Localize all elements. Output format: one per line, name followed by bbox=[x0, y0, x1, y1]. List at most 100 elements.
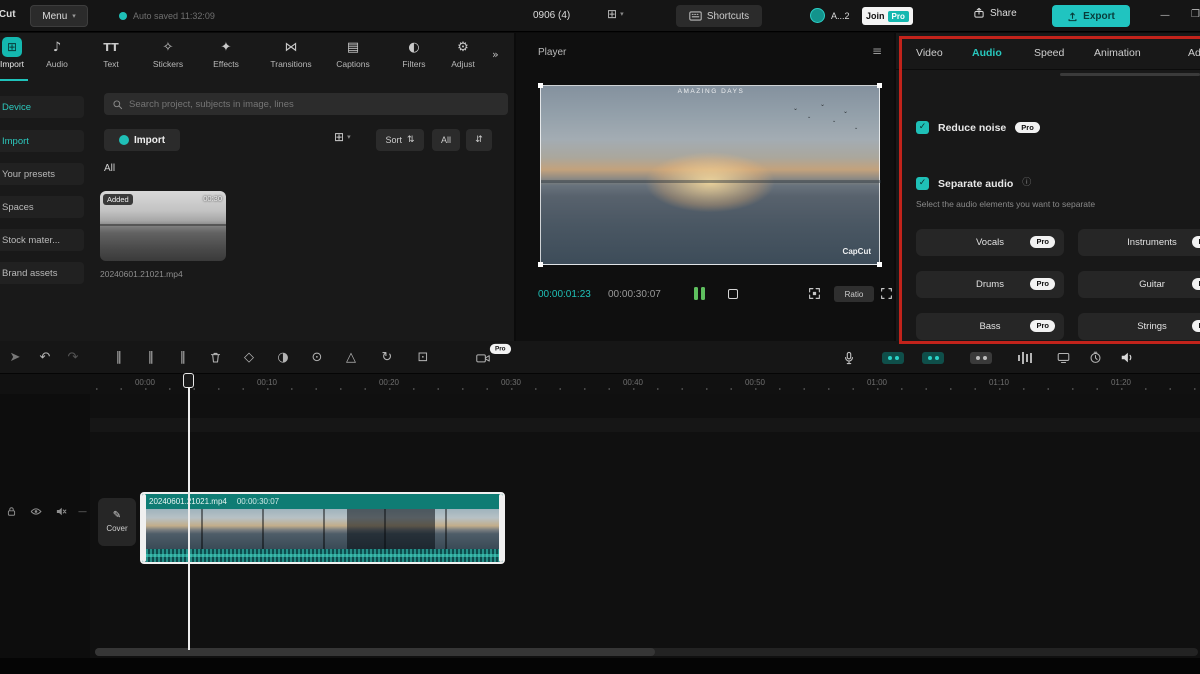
stem-instruments-button[interactable]: InstrumentsPro bbox=[1078, 229, 1200, 256]
tab-import[interactable]: ⊞ Import bbox=[0, 38, 34, 69]
tab-audio-props[interactable]: Audio bbox=[972, 47, 1002, 59]
track-more-icon[interactable]: — bbox=[78, 508, 87, 517]
separate-audio-checkbox[interactable]: ✓ bbox=[916, 177, 929, 190]
stem-drums-button[interactable]: DrumsPro bbox=[916, 271, 1064, 298]
tab-filters[interactable]: ◐ Filters bbox=[390, 38, 438, 69]
step-frame-button[interactable] bbox=[728, 289, 738, 299]
sidebar-item-import[interactable]: Import bbox=[0, 130, 84, 152]
reduce-noise-row: ✓ Reduce noise Pro bbox=[916, 121, 1040, 134]
tab-effects[interactable]: ✦ Effects bbox=[202, 38, 250, 69]
mirror-icon[interactable]: △ bbox=[340, 341, 362, 374]
search-bar[interactable] bbox=[104, 93, 508, 115]
player-menu-icon[interactable]: ≡ bbox=[872, 45, 882, 57]
scroll-indicator[interactable] bbox=[1060, 73, 1200, 76]
stem-strings-button[interactable]: StringsPro bbox=[1078, 313, 1200, 340]
playhead-line[interactable] bbox=[188, 388, 190, 650]
view-mode-button[interactable]: ⊞ ▾ bbox=[334, 131, 351, 143]
share-button[interactable]: Share bbox=[973, 7, 1017, 19]
track-lock-icon[interactable] bbox=[6, 506, 17, 517]
shortcuts-button[interactable]: Shortcuts bbox=[676, 5, 762, 27]
mask-icon[interactable]: ◑ bbox=[272, 341, 294, 374]
resize-handle[interactable] bbox=[877, 83, 882, 88]
speed-icon[interactable]: ⊙ bbox=[306, 341, 328, 374]
media-card[interactable]: Added 00:30 bbox=[100, 191, 226, 261]
captions-icon: ▤ bbox=[347, 41, 359, 54]
delete-icon[interactable] bbox=[204, 341, 226, 374]
scrollbar-thumb[interactable] bbox=[95, 648, 655, 656]
tab-animation[interactable]: Animation bbox=[1094, 47, 1141, 59]
fullscreen-icon[interactable] bbox=[880, 287, 893, 300]
volume-icon[interactable] bbox=[1116, 341, 1138, 374]
sidebar-item-your-presets[interactable]: Your presets bbox=[0, 163, 84, 185]
avatar[interactable] bbox=[810, 8, 825, 23]
time-ruler[interactable]: 00:00 00:10 00:20 00:30 00:40 00:50 01:0… bbox=[0, 374, 1200, 394]
undo-icon[interactable]: ↶ bbox=[34, 341, 56, 374]
pause-button[interactable] bbox=[694, 287, 705, 300]
trim-handle-right[interactable] bbox=[499, 494, 503, 562]
sidebar-item-device[interactable]: Device bbox=[0, 96, 84, 118]
tab-speed[interactable]: Speed bbox=[1034, 47, 1064, 59]
delete-left-icon[interactable]: ∥ bbox=[140, 341, 162, 374]
resize-handle[interactable] bbox=[538, 262, 543, 267]
stem-vocals-button[interactable]: VocalsPro bbox=[916, 229, 1064, 256]
export-button[interactable]: Export bbox=[1052, 5, 1130, 27]
track-view-toggle-c[interactable] bbox=[970, 352, 992, 364]
join-label: Join bbox=[866, 11, 885, 21]
tab-adjust-props[interactable]: Adjust bbox=[1188, 47, 1200, 59]
import-media-button[interactable]: Import bbox=[104, 129, 180, 151]
more-tabs-icon[interactable]: » bbox=[492, 49, 499, 60]
stem-bass-button[interactable]: BassPro bbox=[916, 313, 1064, 340]
timeline-clip[interactable]: 20240601.21021.mp4 00:00:30:07 bbox=[140, 492, 505, 564]
layout-switcher[interactable]: ⊞ ▾ bbox=[607, 8, 624, 20]
track-hide-icon[interactable] bbox=[30, 506, 42, 517]
stem-guitar-button[interactable]: GuitarPro bbox=[1078, 271, 1200, 298]
resize-handle[interactable] bbox=[538, 83, 543, 88]
cover-button[interactable]: ✎ Cover bbox=[98, 498, 136, 546]
track-mute-icon[interactable] bbox=[55, 506, 67, 517]
preview-screen-icon[interactable] bbox=[1052, 341, 1074, 374]
type-filter-button[interactable]: ⇵ bbox=[466, 129, 492, 151]
join-pro-button[interactable]: Join Pro bbox=[862, 7, 913, 25]
sidebar-item-stock-materials[interactable]: Stock mater... bbox=[0, 229, 84, 251]
tab-transitions[interactable]: ⋈ Transitions bbox=[261, 38, 321, 69]
search-input[interactable] bbox=[129, 99, 500, 110]
all-filter-button[interactable]: All bbox=[432, 129, 460, 151]
split-icon[interactable]: ∥ bbox=[108, 341, 130, 374]
timer-icon[interactable] bbox=[1084, 341, 1106, 374]
ratio-button[interactable]: Ratio bbox=[834, 286, 874, 302]
tab-captions[interactable]: ▤ Captions bbox=[329, 38, 377, 69]
tab-audio[interactable]: ♪ Audio bbox=[33, 38, 81, 69]
voiceover-mic-icon[interactable] bbox=[838, 341, 860, 374]
info-icon[interactable]: ⓘ bbox=[1022, 179, 1031, 188]
fit-canvas-icon[interactable] bbox=[808, 287, 821, 300]
select-tool-icon[interactable]: ➤ bbox=[4, 341, 26, 374]
sort-button[interactable]: Sort ⇅ bbox=[376, 129, 424, 151]
sidebar-item-brand-assets[interactable]: Brand assets bbox=[0, 262, 84, 284]
audio-wave-icon[interactable] bbox=[1018, 352, 1032, 364]
resize-handle[interactable] bbox=[877, 262, 882, 267]
tab-stickers[interactable]: ✧ Stickers bbox=[144, 38, 192, 69]
reduce-noise-checkbox[interactable]: ✓ bbox=[916, 121, 929, 134]
redo-icon[interactable]: ↷ bbox=[62, 341, 84, 374]
rotate-icon[interactable]: ↻ bbox=[376, 341, 398, 374]
tab-text[interactable]: TT Text bbox=[87, 38, 135, 69]
menu-button[interactable]: Menu ▾ bbox=[30, 5, 88, 27]
maximize-icon[interactable]: ❐ bbox=[1191, 10, 1200, 20]
minimize-icon[interactable]: — bbox=[1160, 11, 1170, 21]
crop-icon[interactable]: ⊡ bbox=[412, 341, 434, 374]
keyframe-icon[interactable]: ◇ bbox=[238, 341, 260, 374]
filters-icon: ◐ bbox=[408, 41, 419, 54]
bottom-strip bbox=[0, 658, 1200, 674]
track-view-toggle-a[interactable] bbox=[882, 352, 904, 364]
tab-video[interactable]: Video bbox=[916, 47, 943, 59]
timeline-area[interactable]: — ✎ Cover 20240601.21021.mp4 00:00:30:07 bbox=[0, 394, 1200, 658]
sidebar-item-spaces[interactable]: Spaces bbox=[0, 196, 84, 218]
tab-adjust[interactable]: ⚙ Adjust bbox=[439, 38, 487, 69]
ruler-label: 01:00 bbox=[867, 378, 887, 387]
trim-handle-left[interactable] bbox=[142, 494, 146, 562]
card-horizon bbox=[100, 224, 226, 226]
playhead-handle[interactable] bbox=[183, 373, 194, 388]
video-canvas[interactable]: AMAZING DAYS ⌄ ⌄ ⌄ ⌄ ⌄ ⌄ CapCut bbox=[540, 85, 880, 265]
track-view-toggle-b[interactable] bbox=[922, 352, 944, 364]
delete-right-icon[interactable]: ∥ bbox=[172, 341, 194, 374]
